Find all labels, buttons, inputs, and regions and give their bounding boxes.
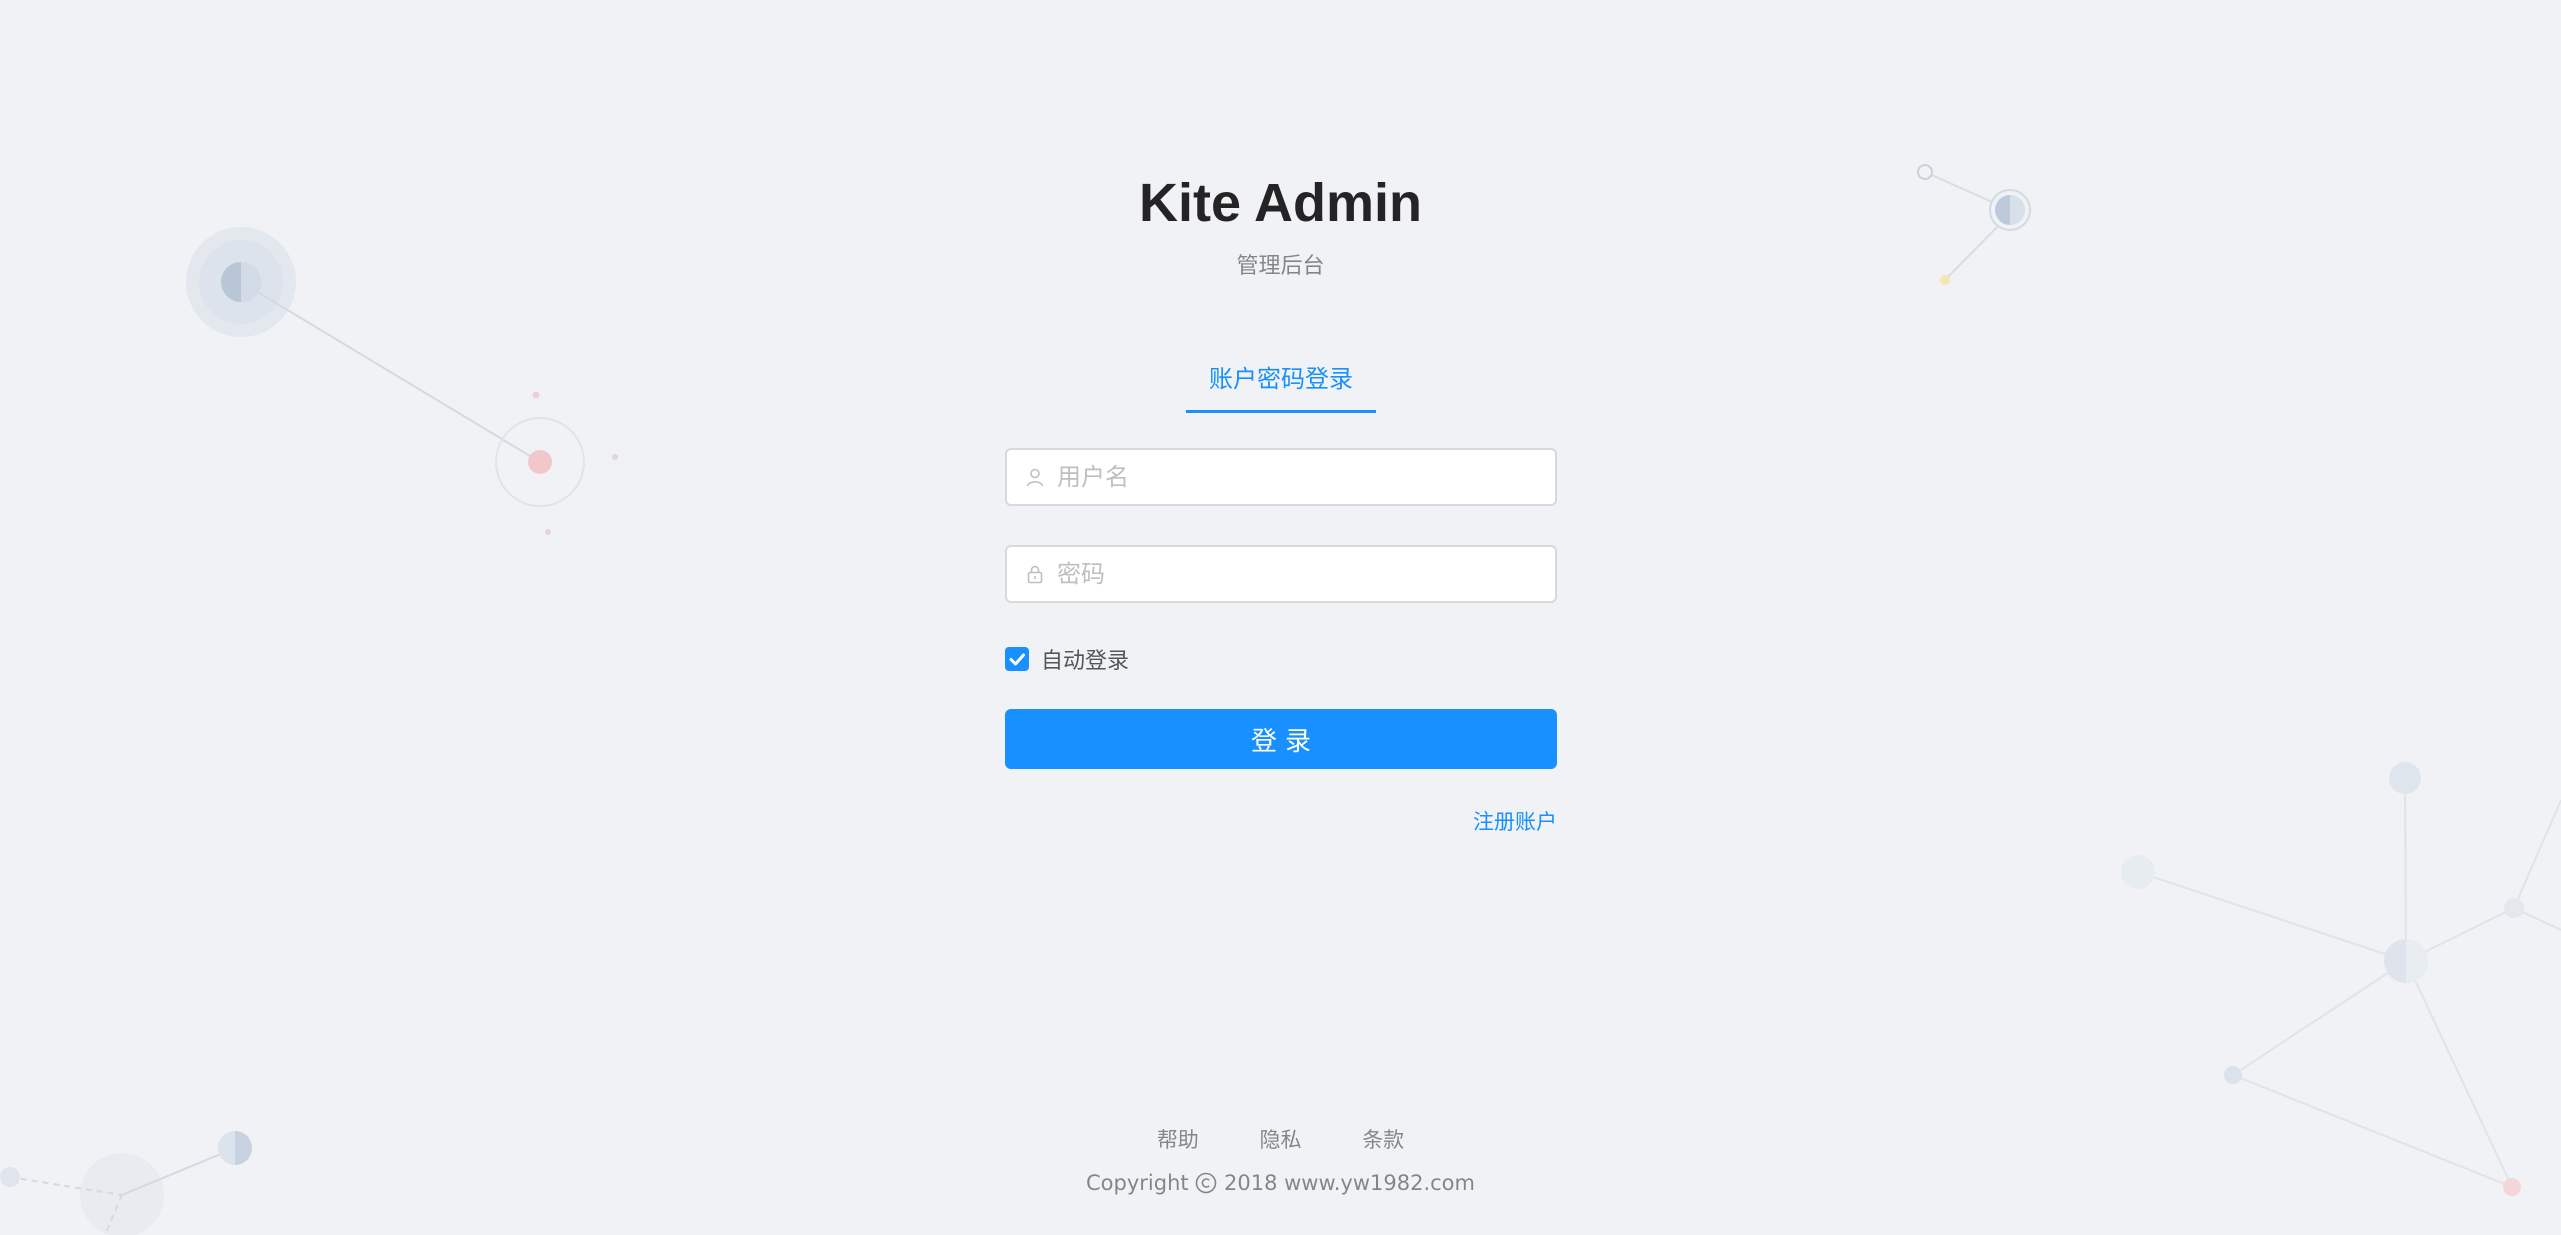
copyright-icon bbox=[1196, 1172, 1217, 1194]
copyright-prefix: Copyright bbox=[1086, 1171, 1189, 1195]
password-field-wrapper[interactable] bbox=[1005, 545, 1557, 603]
username-field-wrapper[interactable] bbox=[1005, 448, 1557, 506]
login-button[interactable]: 登录 bbox=[1005, 709, 1557, 769]
auto-login-checkbox[interactable] bbox=[1005, 647, 1029, 671]
auto-login-label: 自动登录 bbox=[1041, 649, 1130, 674]
footer-link-terms[interactable]: 条款 bbox=[1362, 1128, 1404, 1152]
active-tab-indicator bbox=[1186, 410, 1376, 413]
register-account-link[interactable]: 注册账户 bbox=[1440, 807, 1557, 837]
password-input[interactable] bbox=[1057, 547, 1547, 601]
footer-link-help[interactable]: 帮助 bbox=[1157, 1128, 1199, 1152]
copyright-notice: Copyright 2018 www.yw1982.com bbox=[0, 1168, 2561, 1198]
check-icon bbox=[1009, 653, 1025, 666]
app-title: Kite Admin bbox=[1139, 173, 1422, 233]
user-icon bbox=[1026, 468, 1044, 487]
auto-login-option[interactable]: 自动登录 bbox=[1005, 646, 1130, 674]
tab-account-password-login[interactable]: 账户密码登录 bbox=[1186, 360, 1376, 412]
footer-link-privacy[interactable]: 隐私 bbox=[1260, 1128, 1302, 1152]
lock-icon bbox=[1027, 565, 1043, 584]
copyright-text: 2018 www.yw1982.com bbox=[1224, 1171, 1475, 1195]
username-input[interactable] bbox=[1057, 450, 1547, 504]
app-subtitle: 管理后台 bbox=[1236, 254, 1325, 279]
footer-links: 帮助 隐私 条款 bbox=[0, 1125, 2561, 1155]
